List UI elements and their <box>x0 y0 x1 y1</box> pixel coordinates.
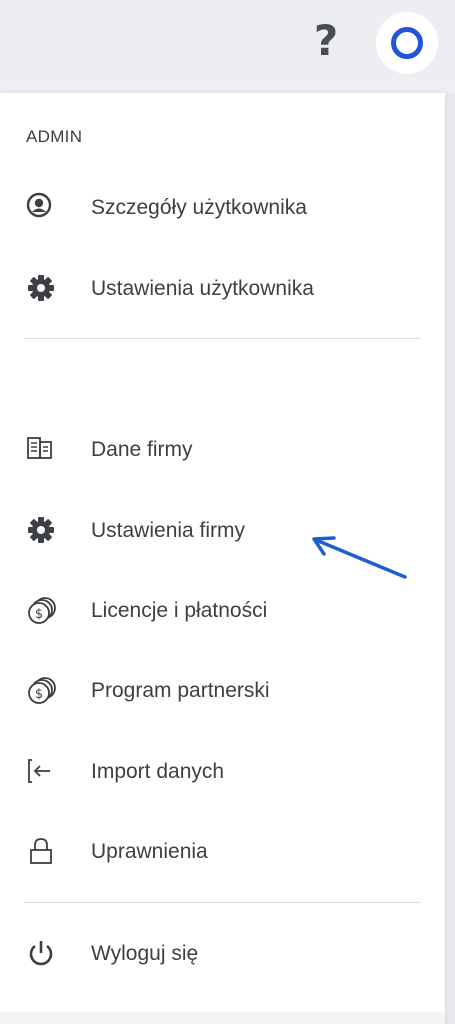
menu-item-label: Uprawnienia <box>91 840 208 863</box>
menu-item-label: Dane firmy <box>91 438 193 461</box>
menu-item-label: Licencje i płatności <box>91 599 268 622</box>
user-circle-icon <box>26 192 60 226</box>
menu-item-partner-program[interactable]: $ Program partnerski <box>0 661 445 723</box>
divider <box>24 902 421 903</box>
gear-icon <box>26 515 60 549</box>
menu-item-label: Ustawienia użytkownika <box>91 277 314 300</box>
import-icon <box>26 756 60 790</box>
gear-icon <box>26 273 60 307</box>
svg-text:$: $ <box>35 607 43 622</box>
avatar[interactable] <box>376 12 438 74</box>
top-bar: ? <box>0 0 455 80</box>
bottom-edge <box>0 1012 445 1024</box>
coins-icon: $ <box>26 595 60 629</box>
menu-item-label: Ustawienia firmy <box>91 519 246 542</box>
avatar-ring <box>391 27 423 59</box>
menu-item-permissions[interactable]: Uprawnienia <box>0 822 445 884</box>
menu-item-label: Import danych <box>91 760 225 783</box>
menu-item-company-data[interactable]: Dane firmy <box>0 420 445 482</box>
menu-item-user-details[interactable]: Szczegóły użytkownika <box>0 178 445 240</box>
page-edge <box>447 93 455 1024</box>
power-icon <box>26 938 60 972</box>
coins-icon: $ <box>26 675 60 709</box>
menu-item-data-import[interactable]: Import danych <box>0 742 445 804</box>
menu-item-label: Szczegóły użytkownika <box>91 196 307 219</box>
annotation-arrow-icon <box>312 536 407 579</box>
help-icon[interactable]: ? <box>306 16 346 66</box>
lock-icon <box>26 836 60 870</box>
divider <box>24 338 421 339</box>
menu-item-label: Program partnerski <box>91 679 270 702</box>
svg-text:$: $ <box>35 687 43 702</box>
section-title-admin: ADMIN <box>26 127 83 146</box>
menu-item-user-settings[interactable]: Ustawienia użytkownika <box>0 259 445 321</box>
building-icon <box>26 434 60 468</box>
menu-item-logout[interactable]: Wyloguj się <box>0 924 445 986</box>
menu-item-label: Wyloguj się <box>91 942 199 965</box>
